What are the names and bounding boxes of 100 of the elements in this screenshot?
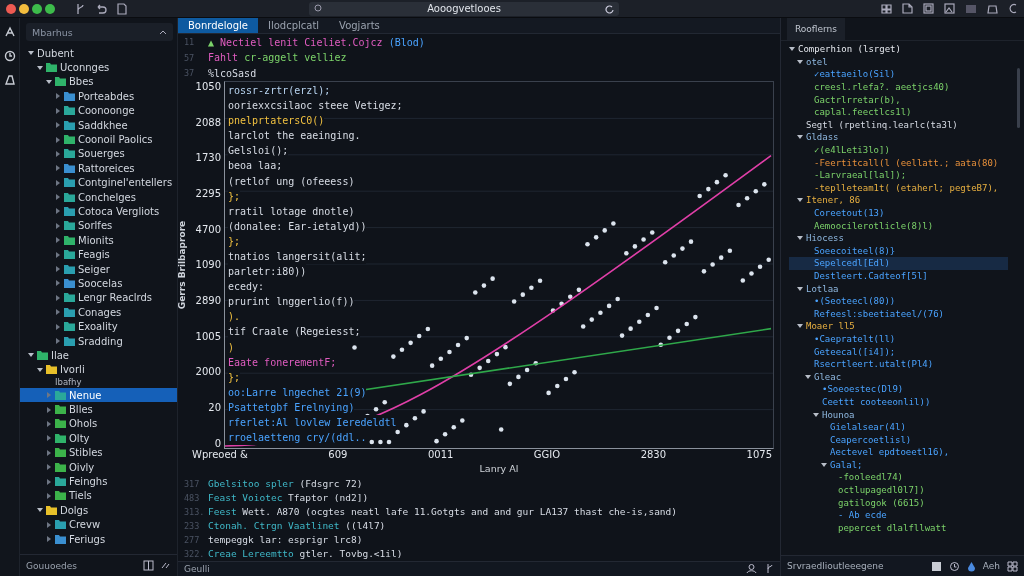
tree-item[interactable]: Crevw: [20, 517, 177, 532]
tree-item[interactable]: Cotoca Vergliots: [20, 204, 177, 219]
outline-item[interactable]: pepercet dlalfllwatt: [789, 521, 1008, 535]
outline-item[interactable]: Geteecal([i4]);: [789, 345, 1008, 358]
outline-item[interactable]: gatilogok (6615): [789, 496, 1008, 509]
caret-icon[interactable]: [55, 107, 61, 114]
outline-item[interactable]: Aemoocilerotlicle(8)l): [789, 219, 1008, 232]
tree-item[interactable]: Tiels: [20, 488, 177, 504]
caret-icon[interactable]: [797, 197, 803, 204]
caret-icon[interactable]: [46, 449, 52, 456]
tree-item[interactable]: Ohols: [20, 416, 177, 432]
branch-icon[interactable]: [75, 2, 85, 15]
caret-icon[interactable]: [46, 420, 52, 427]
undo-icon[interactable]: [95, 2, 107, 15]
caret-icon[interactable]: [55, 309, 61, 316]
caret-icon[interactable]: [28, 50, 34, 57]
outline-item[interactable]: Segtl (rpetlinq.learlc(ta3l): [789, 118, 1008, 132]
outline-item[interactable]: Galal;: [789, 458, 1008, 472]
outline-item[interactable]: Gldass: [789, 131, 1008, 144]
tree-item[interactable]: Rattoreices: [20, 161, 177, 176]
caret-icon[interactable]: [797, 323, 803, 330]
image-icon[interactable]: [930, 560, 942, 572]
grid-icon[interactable]: [1007, 560, 1018, 572]
tree-item[interactable]: Nenue: [20, 388, 177, 403]
search-field[interactable]: Aooogvetlooes: [309, 1, 619, 16]
caret-icon[interactable]: [797, 285, 803, 292]
outline-item[interactable]: •Caepratelt(ll): [789, 332, 1008, 346]
tree-item[interactable]: Contginel'entellers: [20, 175, 177, 190]
caret-icon[interactable]: [37, 366, 43, 373]
tree-item[interactable]: Conages: [20, 305, 177, 320]
caret-icon[interactable]: [46, 492, 52, 499]
outline-item[interactable]: Soeecoiteel(8)}: [789, 244, 1008, 258]
caret-icon[interactable]: [789, 46, 795, 53]
caret-icon[interactable]: [46, 521, 52, 528]
outline-item[interactable]: Lotlaa: [789, 282, 1008, 295]
tree-item[interactable]: Oivly: [20, 459, 177, 475]
grid-icon[interactable]: [881, 3, 892, 14]
tree-item[interactable]: Feriugs: [20, 531, 177, 547]
outline-item[interactable]: Refeesl:sbeetiateel/(76): [789, 307, 1008, 321]
refresh-icon[interactable]: [605, 3, 614, 14]
tree-item[interactable]: Mionits: [20, 233, 177, 248]
image-icon[interactable]: [944, 3, 955, 14]
caret-icon[interactable]: [55, 266, 61, 273]
caret-icon[interactable]: [821, 461, 827, 468]
caret-icon[interactable]: [55, 222, 61, 229]
caret-icon[interactable]: [797, 235, 803, 242]
outline-item[interactable]: Ceapercoetlisl): [789, 433, 1008, 446]
tree-item[interactable]: Dolgs: [20, 503, 177, 518]
caret-icon[interactable]: [46, 464, 52, 471]
outline-item[interactable]: ✓(e4lLeti3lo]): [789, 143, 1008, 157]
debug-icon[interactable]: [3, 74, 16, 86]
tree-item[interactable]: Ivorli: [20, 362, 177, 377]
caret-icon[interactable]: [797, 58, 803, 65]
outline-item[interactable]: -Larvraeal[lal]);: [789, 168, 1008, 182]
chevron-icon[interactable]: [159, 29, 167, 35]
outline-item[interactable]: •(Seoteecl(80)): [789, 294, 1008, 308]
editor-tab[interactable]: Bonrdelogle: [178, 18, 258, 34]
caret-icon[interactable]: [37, 64, 43, 71]
caret-icon[interactable]: [55, 338, 61, 344]
caret-icon[interactable]: [55, 237, 61, 244]
tree-item[interactable]: Seiger: [20, 261, 177, 277]
outline-item[interactable]: creesl.rlefa?. aeetjcs40): [789, 80, 1008, 94]
outline-item[interactable]: - Ab ecde: [789, 508, 1008, 522]
caret-icon[interactable]: [55, 136, 61, 143]
outline-item[interactable]: Gielalsear(4l): [789, 420, 1008, 434]
person-icon[interactable]: [746, 563, 757, 575]
tree-item[interactable]: Feinghs: [20, 474, 177, 489]
history-icon[interactable]: [3, 50, 16, 62]
document-icon[interactable]: [117, 2, 127, 15]
files-icon[interactable]: [3, 26, 16, 38]
editor-tab[interactable]: Vogjarts: [329, 18, 390, 34]
outline-item[interactable]: -fooleedl74): [789, 471, 1008, 484]
box-icon[interactable]: [987, 3, 998, 14]
tree-item[interactable]: Sradding: [20, 333, 177, 349]
frame-icon[interactable]: [923, 3, 934, 14]
outline-item[interactable]: ✓eattaeilo(Sil): [789, 68, 1008, 81]
outline-item[interactable]: otel: [789, 55, 1008, 69]
outline-item[interactable]: Aectevel epdtoeetl16),: [789, 446, 1008, 459]
outline-item[interactable]: Sepelcedl[Edl): [789, 257, 1008, 270]
outline-item[interactable]: caplal.feectlcs1l): [789, 105, 1008, 119]
caret-icon[interactable]: [46, 435, 52, 442]
tree-item[interactable]: Soocelas: [20, 276, 177, 291]
caret-icon[interactable]: [55, 165, 61, 172]
outline-item[interactable]: Hounoa: [789, 408, 1008, 421]
caret-icon[interactable]: [55, 179, 61, 186]
window-button[interactable]: [45, 3, 55, 14]
tree-item[interactable]: Uconnges: [20, 60, 177, 75]
outline-item[interactable]: octlupagedl0l7]): [789, 483, 1008, 497]
branch-icon[interactable]: [765, 563, 774, 575]
panel-tab[interactable]: Rooflerns: [787, 18, 845, 40]
outline-item[interactable]: -teplleteam1t( (etaherl; pegteB7),: [789, 181, 1008, 195]
caret-icon[interactable]: [55, 323, 61, 330]
outline-item[interactable]: -Feertitcall(l (eellatt.; aata(80): [789, 156, 1008, 169]
zoom-button[interactable]: [32, 3, 42, 14]
caret-icon[interactable]: [55, 194, 61, 201]
scrollbar[interactable]: [1017, 68, 1020, 128]
clock-icon[interactable]: [948, 560, 960, 572]
caret-icon[interactable]: [797, 134, 803, 141]
tree-item[interactable]: Coonoil Paolics: [20, 132, 177, 147]
caret-icon[interactable]: [55, 150, 61, 157]
